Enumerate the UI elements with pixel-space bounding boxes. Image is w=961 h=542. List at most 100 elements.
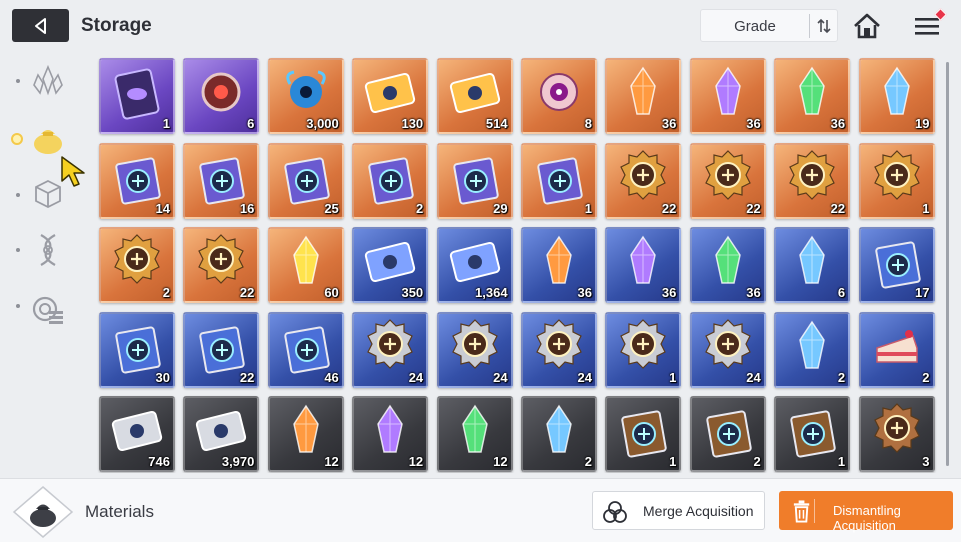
inventory-item[interactable]: 22: [183, 227, 260, 303]
tab-cubes[interactable]: [26, 172, 70, 216]
item-quantity: 36: [830, 116, 846, 131]
item-quantity: 60: [324, 285, 339, 300]
item-quantity: 2: [837, 369, 846, 385]
wing-book-blue-icon: [115, 325, 161, 374]
inventory-item[interactable]: 2: [858, 311, 935, 388]
inventory-item[interactable]: 130: [352, 58, 429, 134]
inventory-item[interactable]: 2: [689, 396, 766, 472]
material-bag-icon: [34, 130, 62, 154]
tab-dna[interactable]: [26, 228, 70, 272]
item-quantity: 1: [162, 116, 170, 131]
sort-order-icon: [816, 18, 831, 34]
inventory-item[interactable]: 19: [858, 58, 935, 134]
inventory-item[interactable]: 36: [520, 227, 597, 303]
dismantling-acquisition-button[interactable]: Dismantling Acquisition: [779, 491, 953, 533]
blue-ticket-icon: [365, 241, 416, 283]
sort-dropdown[interactable]: Grade: [700, 9, 838, 42]
target-book-brown-icon: [790, 410, 836, 458]
item-quantity: 1: [837, 454, 846, 469]
back-button[interactable]: [12, 9, 69, 42]
grid-scrollbar[interactable]: [946, 62, 949, 466]
inventory-item[interactable]: 1: [605, 311, 682, 388]
inventory-item[interactable]: 22: [605, 142, 682, 219]
inventory-item[interactable]: 22: [183, 311, 260, 388]
item-quantity: 24: [408, 369, 424, 385]
inventory-item[interactable]: 746: [99, 396, 175, 472]
inventory-item[interactable]: 1: [858, 142, 935, 219]
inventory-item[interactable]: 1: [520, 142, 597, 219]
inventory-item[interactable]: 6: [183, 58, 260, 134]
inventory-item[interactable]: 25: [267, 142, 344, 219]
tab-indicator-active: [11, 133, 23, 145]
inventory-item[interactable]: 12: [436, 396, 513, 472]
inventory-item[interactable]: 2: [99, 227, 175, 303]
item-quantity: 22: [661, 200, 677, 216]
inventory-item[interactable]: 36: [689, 227, 766, 303]
orange-crystal-icon: [630, 66, 657, 115]
inventory-item[interactable]: 12: [267, 396, 344, 472]
inventory-item[interactable]: 24: [689, 311, 766, 388]
item-quantity: 30: [155, 369, 170, 385]
inventory-item[interactable]: 30: [99, 311, 175, 388]
home-button[interactable]: [850, 10, 884, 42]
target-medal-icon: [198, 234, 245, 284]
page-title: Storage: [81, 15, 152, 36]
blue-shard-icon: [546, 404, 572, 453]
inventory-item[interactable]: 24: [436, 311, 513, 388]
bolt-book-icon: [452, 156, 499, 205]
inventory-item[interactable]: 12: [352, 396, 429, 472]
inventory-item[interactable]: 60: [267, 227, 344, 303]
inventory-item[interactable]: 36: [605, 58, 682, 134]
inventory-item[interactable]: 22: [689, 142, 766, 219]
eye-book-brown-icon: [621, 410, 668, 458]
compass-ticket-icon: [449, 72, 500, 114]
target-medal-silver-icon: [704, 318, 751, 369]
inventory-item[interactable]: 2: [774, 311, 851, 388]
inventory-item[interactable]: 17: [858, 227, 935, 303]
scrollbar-thumb[interactable]: [946, 62, 949, 466]
inventory-item[interactable]: 24: [352, 311, 429, 388]
merge-acquisition-button[interactable]: Merge Acquisition: [592, 491, 765, 530]
inventory-item[interactable]: 8: [520, 58, 597, 134]
inventory-item[interactable]: 29: [436, 142, 513, 219]
item-quantity: 1: [669, 454, 677, 469]
inventory-item[interactable]: 2: [520, 396, 597, 472]
inventory-item[interactable]: 3: [858, 396, 935, 472]
inventory-item[interactable]: 24: [520, 311, 597, 388]
inventory-item[interactable]: 16: [183, 142, 260, 219]
inventory-item[interactable]: 14: [99, 142, 175, 219]
inventory-item[interactable]: 3,970: [183, 396, 260, 472]
inventory-item[interactable]: 1: [99, 58, 175, 134]
inventory-item[interactable]: 2: [352, 142, 429, 219]
trash-icon: [793, 499, 815, 523]
inventory-item[interactable]: 514: [436, 58, 513, 134]
sort-order-toggle[interactable]: [809, 14, 837, 38]
inventory-item[interactable]: 22: [774, 142, 851, 219]
eye-book-blue-icon: [874, 241, 921, 289]
purple-crystal-icon: [714, 66, 741, 115]
green-shard-icon: [461, 404, 488, 453]
inventory-item[interactable]: 36: [774, 58, 851, 134]
inventory-item[interactable]: 1: [605, 396, 682, 472]
inventory-item[interactable]: 6: [774, 227, 851, 303]
inventory-item[interactable]: 350: [352, 227, 429, 303]
yellow-shards-icon: [292, 235, 319, 284]
sword-medal-icon: [620, 149, 667, 200]
tab-modules[interactable]: [26, 287, 70, 331]
inventory-item[interactable]: 3,000: [267, 58, 344, 134]
item-quantity: 29: [493, 200, 508, 216]
item-quantity: 2: [753, 454, 761, 469]
item-quantity: 12: [324, 454, 339, 469]
inventory-item[interactable]: 36: [605, 227, 682, 303]
inventory-item[interactable]: 36: [689, 58, 766, 134]
item-quantity: 2: [922, 369, 930, 385]
bolt-book-brown-icon: [706, 410, 752, 458]
inventory-item[interactable]: 1: [774, 396, 851, 472]
inventory-item[interactable]: 1,364: [436, 227, 513, 303]
menu-button[interactable]: [908, 8, 947, 42]
purple-eye-orb-icon: [539, 73, 578, 111]
purple-shard-icon: [377, 404, 403, 453]
tab-crystals[interactable]: [26, 59, 70, 103]
wing-medal-icon: [873, 149, 920, 200]
inventory-item[interactable]: 46: [267, 311, 344, 388]
